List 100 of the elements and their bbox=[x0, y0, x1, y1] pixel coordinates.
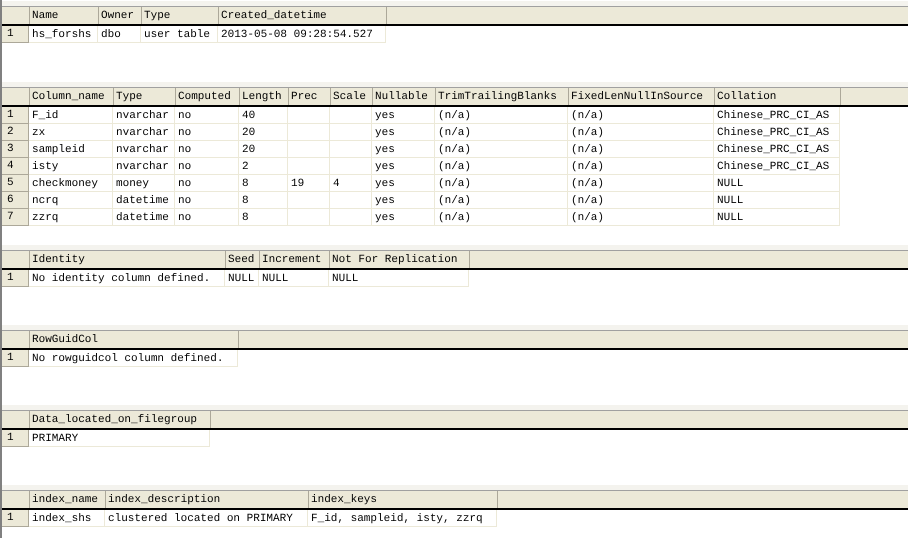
column-header[interactable]: Nullable bbox=[373, 88, 436, 105]
column-header[interactable]: TrimTrailingBlanks bbox=[436, 88, 569, 105]
column-header[interactable]: index_keys bbox=[309, 491, 498, 508]
column-header[interactable]: Name bbox=[30, 7, 99, 24]
table-cell: no bbox=[175, 107, 239, 124]
column-header[interactable]: Type bbox=[114, 88, 176, 105]
table-cell: nvarchar bbox=[113, 141, 175, 158]
table-cell: (n/a) bbox=[568, 192, 714, 209]
table-cell: (n/a) bbox=[435, 175, 568, 192]
row-number[interactable]: 1 bbox=[2, 510, 29, 527]
column-header[interactable]: RowGuidCol bbox=[30, 331, 239, 348]
column-header[interactable]: Collation bbox=[715, 88, 841, 105]
table-cell: (n/a) bbox=[568, 107, 714, 124]
row-number[interactable]: 4 bbox=[2, 158, 29, 175]
row-number[interactable]: 3 bbox=[2, 141, 29, 158]
table-cell: nvarchar bbox=[113, 107, 175, 124]
table-cell: 19 bbox=[288, 175, 330, 192]
table-cell: NULL bbox=[259, 270, 329, 287]
row-number[interactable]: 7 bbox=[2, 209, 29, 226]
table-cell: 8 bbox=[239, 209, 288, 226]
table-cell: nvarchar bbox=[113, 124, 175, 141]
empty-cell bbox=[330, 124, 372, 141]
column-header[interactable]: Length bbox=[240, 88, 289, 105]
table-cell: (n/a) bbox=[435, 158, 568, 175]
table-cell: no bbox=[175, 175, 239, 192]
table-cell: 20 bbox=[239, 124, 288, 141]
empty-cell bbox=[330, 209, 372, 226]
column-header[interactable]: Increment bbox=[260, 251, 330, 268]
column-header[interactable]: Identity bbox=[30, 251, 226, 268]
table-cell: (n/a) bbox=[435, 192, 568, 209]
table-cell: dbo bbox=[98, 26, 141, 43]
column-header[interactable]: Prec bbox=[289, 88, 331, 105]
table-cell: PRIMARY bbox=[29, 430, 210, 447]
row-number[interactable]: 1 bbox=[2, 107, 29, 124]
table-cell: 2 bbox=[239, 158, 288, 175]
column-header[interactable]: Computed bbox=[176, 88, 240, 105]
column-header[interactable]: Data_located_on_filegroup bbox=[30, 411, 211, 428]
column-header[interactable]: Seed bbox=[226, 251, 260, 268]
row-number[interactable]: 6 bbox=[2, 192, 29, 209]
table-cell: Chinese_PRC_CI_AS bbox=[714, 107, 840, 124]
table-cell: No rowguidcol column defined. bbox=[29, 350, 238, 367]
table-cell: F_id, sampleid, isty, zzrq bbox=[308, 510, 497, 527]
table-cell: ncrq bbox=[29, 192, 113, 209]
table-cell: NULL bbox=[714, 175, 840, 192]
row-number[interactable]: 1 bbox=[2, 26, 29, 43]
row-number[interactable]: 1 bbox=[2, 430, 29, 447]
table-cell: yes bbox=[372, 192, 435, 209]
table-cell: datetime bbox=[113, 192, 175, 209]
column-header[interactable]: Not For Replication bbox=[330, 251, 470, 268]
row-number[interactable]: 5 bbox=[2, 175, 29, 192]
column-header[interactable]: Created_datetime bbox=[219, 7, 387, 24]
table-cell: Chinese_PRC_CI_AS bbox=[714, 158, 840, 175]
table-cell: Chinese_PRC_CI_AS bbox=[714, 124, 840, 141]
table-cell: NULL bbox=[714, 192, 840, 209]
table-cell: (n/a) bbox=[568, 141, 714, 158]
table-cell: (n/a) bbox=[435, 141, 568, 158]
table-cell: 40 bbox=[239, 107, 288, 124]
empty-cell bbox=[288, 141, 330, 158]
table-cell: F_id bbox=[29, 107, 113, 124]
column-header[interactable]: Owner bbox=[99, 7, 142, 24]
column-header[interactable]: Scale bbox=[331, 88, 373, 105]
table-cell: 8 bbox=[239, 192, 288, 209]
row-number[interactable]: 2 bbox=[2, 124, 29, 141]
table-cell: yes bbox=[372, 141, 435, 158]
empty-cell bbox=[288, 158, 330, 175]
empty-cell bbox=[330, 158, 372, 175]
table-cell: (n/a) bbox=[568, 158, 714, 175]
row-number[interactable]: 1 bbox=[2, 350, 29, 367]
table-cell: no bbox=[175, 158, 239, 175]
empty-cell bbox=[330, 141, 372, 158]
empty-cell bbox=[288, 209, 330, 226]
table-cell: (n/a) bbox=[568, 124, 714, 141]
table-cell: no bbox=[175, 209, 239, 226]
table-cell: sampleid bbox=[29, 141, 113, 158]
table-cell: 4 bbox=[330, 175, 372, 192]
table-cell: clustered located on PRIMARY bbox=[105, 510, 308, 527]
table-cell: (n/a) bbox=[435, 107, 568, 124]
column-header[interactable]: index_description bbox=[106, 491, 309, 508]
table-cell: yes bbox=[372, 209, 435, 226]
table-cell: (n/a) bbox=[568, 209, 714, 226]
table-cell: money bbox=[113, 175, 175, 192]
column-header[interactable]: Column_name bbox=[30, 88, 114, 105]
table-cell: no bbox=[175, 124, 239, 141]
column-header[interactable]: index_name bbox=[30, 491, 106, 508]
table-cell: NULL bbox=[225, 270, 259, 287]
table-cell: isty bbox=[29, 158, 113, 175]
empty-cell bbox=[288, 192, 330, 209]
table-cell: (n/a) bbox=[435, 209, 568, 226]
table-cell: index_shs bbox=[29, 510, 105, 527]
column-header[interactable]: Type bbox=[142, 7, 219, 24]
table-cell: checkmoney bbox=[29, 175, 113, 192]
table-cell: datetime bbox=[113, 209, 175, 226]
empty-cell bbox=[330, 192, 372, 209]
table-cell: nvarchar bbox=[113, 158, 175, 175]
table-cell: NULL bbox=[714, 209, 840, 226]
table-cell: zzrq bbox=[29, 209, 113, 226]
table-cell: (n/a) bbox=[435, 124, 568, 141]
row-number[interactable]: 1 bbox=[2, 270, 29, 287]
column-header[interactable]: FixedLenNullInSource bbox=[569, 88, 715, 105]
table-cell: yes bbox=[372, 158, 435, 175]
